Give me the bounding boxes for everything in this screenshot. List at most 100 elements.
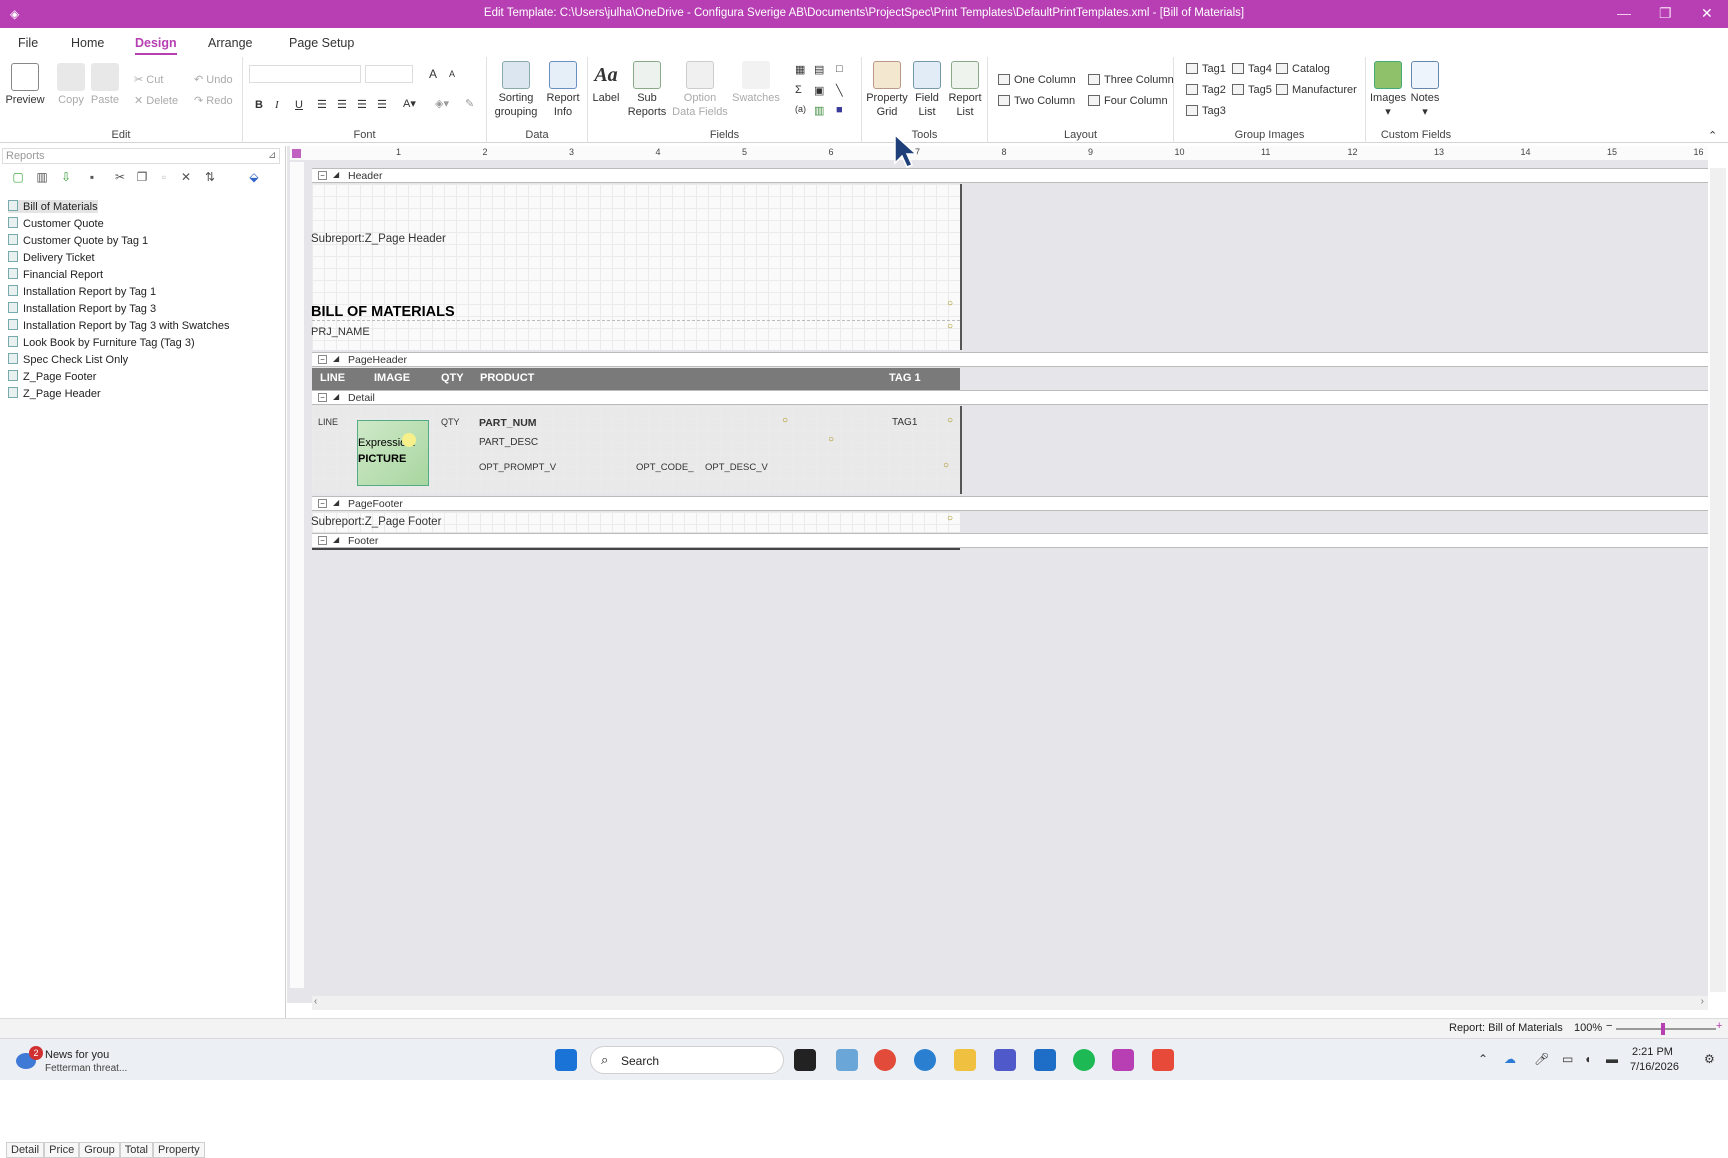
news-widget[interactable]: 2 News for you Fetterman threat... (12, 1046, 312, 1075)
new-page-icon[interactable]: ▥ (34, 170, 50, 184)
align-center-icon[interactable]: ☰ (337, 98, 347, 111)
tab-arrange[interactable]: Arrange (208, 36, 252, 50)
label-button[interactable]: Aa Label (590, 61, 622, 105)
scroll-left-icon[interactable]: ‹ (314, 996, 317, 1007)
battery-icon[interactable]: ▬ (1606, 1052, 1618, 1066)
tag2-button[interactable]: Tag2 (1186, 84, 1226, 96)
opt-desc-field[interactable]: OPT_DESC_V (705, 462, 768, 473)
outlook-icon[interactable] (1034, 1049, 1056, 1071)
chrome-icon[interactable] (874, 1049, 896, 1071)
sorting-grouping-button[interactable]: Sorting grouping (491, 61, 541, 119)
task-view-icon[interactable] (794, 1049, 816, 1071)
collapse-icon[interactable]: − (318, 393, 327, 402)
sort-icon[interactable]: ⇅ (202, 170, 218, 184)
scroll-right-icon[interactable]: › (1701, 996, 1704, 1007)
collapse-icon[interactable]: − (318, 499, 327, 508)
subreport-footer-field[interactable]: Subreport:Z_Page Footer (311, 516, 441, 528)
tag1-field[interactable]: TAG1 (892, 417, 917, 428)
report-list-item[interactable]: Installation Report by Tag 3 with Swatch… (8, 319, 229, 332)
paste-icon[interactable]: ▫ (156, 170, 172, 184)
preview-button[interactable]: Preview (4, 63, 46, 107)
report-list-item[interactable]: Customer Quote by Tag 1 (8, 234, 148, 247)
tab-design[interactable]: Design (135, 36, 177, 55)
anchor-icon[interactable]: ○ (828, 434, 834, 445)
app-s-icon[interactable] (1152, 1049, 1174, 1071)
band-pagefooter[interactable]: − ◢ PageFooter (312, 496, 1708, 511)
copy-button[interactable]: Copy (54, 63, 88, 107)
tab-home[interactable]: Home (71, 36, 104, 50)
report-title-field[interactable]: BILL OF MATERIALS (311, 304, 455, 320)
notes-button[interactable]: Notes ▾ (1408, 61, 1442, 119)
two-column-button[interactable]: Two Column (998, 95, 1075, 107)
option-data-fields-button[interactable]: Option Data Fields (670, 61, 730, 119)
minimize-icon[interactable]: — (1617, 5, 1631, 21)
field-list-button[interactable]: Field List (910, 61, 944, 119)
store-icon[interactable] (836, 1049, 858, 1071)
reports-search[interactable]: Reports (2, 148, 280, 164)
monitor-icon[interactable]: ▭ (1562, 1052, 1573, 1066)
anchor-icon[interactable]: ○ (943, 460, 949, 471)
report-list-item[interactable]: Look Book by Furniture Tag (Tag 3) (8, 336, 195, 349)
report-list-item[interactable]: Bill of Materials (8, 200, 98, 213)
manufacturer-button[interactable]: Manufacturer (1276, 84, 1357, 96)
onedrive-icon[interactable]: ☁ (1504, 1052, 1516, 1066)
report-list-item[interactable]: Delivery Ticket (8, 251, 95, 264)
header-canvas[interactable] (312, 184, 960, 350)
anchor-icon[interactable]: ○ (947, 415, 953, 426)
horizontal-scrollbar[interactable]: ‹ › (312, 996, 1708, 1010)
file-explorer-icon[interactable] (954, 1049, 976, 1071)
volume-icon[interactable]: ◖ (1584, 1052, 1591, 1066)
tab-property[interactable]: Property (153, 1142, 205, 1158)
part-desc-field[interactable]: PART_DESC (479, 437, 538, 448)
tag3-button[interactable]: Tag3 (1186, 105, 1226, 117)
align-right-icon[interactable]: ☰ (357, 98, 367, 111)
report-list-item[interactable]: Financial Report (8, 268, 103, 281)
font-size-combo[interactable] (365, 65, 413, 83)
report-list-item[interactable]: Spec Check List Only (8, 353, 128, 366)
font-family-combo[interactable] (249, 65, 361, 83)
teams-icon[interactable] (994, 1049, 1016, 1071)
tab-price[interactable]: Price (44, 1142, 80, 1158)
catalog-button[interactable]: Catalog (1276, 63, 1330, 75)
band-header[interactable]: − ◢ Header (312, 168, 1708, 183)
paste-button[interactable]: Paste (88, 63, 122, 107)
undo-button[interactable]: ↶ Undo (194, 73, 233, 86)
property-grid-button[interactable]: Property Grid (866, 61, 908, 119)
tab-page-setup[interactable]: Page Setup (289, 36, 354, 50)
report-list-button[interactable]: Report List (946, 61, 984, 119)
justify-icon[interactable]: ☰ (377, 98, 387, 111)
opt-code-field[interactable]: OPT_CODE_ (636, 462, 694, 473)
swatches-button[interactable]: Swatches (730, 61, 782, 105)
column-header-bar[interactable]: LINE IMAGE QTY PRODUCT TAG 1 (312, 368, 960, 390)
zoom-slider[interactable] (1616, 1028, 1716, 1030)
save-icon[interactable]: ▪ (84, 170, 100, 184)
tab-group[interactable]: Group (79, 1142, 120, 1158)
bold-button[interactable]: B (255, 99, 263, 111)
collapse-ribbon-icon[interactable]: ⌃ (1708, 129, 1717, 142)
start-icon[interactable] (555, 1049, 577, 1071)
pin-icon[interactable]: ⊿ (268, 150, 276, 161)
align-left-icon[interactable]: ☰ (317, 98, 327, 111)
line-icon[interactable]: ╲ (836, 84, 843, 97)
tab-total[interactable]: Total (119, 1142, 154, 1158)
report-list-item[interactable]: Z_Page Header (8, 387, 101, 400)
band-detail[interactable]: − ◢ Detail (312, 390, 1708, 405)
picture-expression-field[interactable]: Expression: PICTURE (357, 420, 429, 486)
microphone-icon[interactable]: 🎤︎ (1534, 1052, 1549, 1066)
close-icon[interactable]: ✕ (1701, 5, 1713, 22)
part-num-field[interactable]: PART_NUM (479, 417, 537, 429)
italic-button[interactable]: I (275, 99, 279, 111)
redo-button[interactable]: ↷ Redo (194, 94, 233, 107)
color-block-icon[interactable]: ■ (836, 104, 843, 116)
underline-button[interactable]: U (295, 99, 303, 111)
sub-reports-button[interactable]: Sub Reports (626, 61, 668, 119)
band-footer[interactable]: − ◢ Footer (312, 533, 1708, 548)
tab-detail[interactable]: Detail (6, 1142, 45, 1158)
collapse-icon[interactable]: − (318, 536, 327, 545)
anchor-icon[interactable]: ○ (782, 415, 788, 426)
four-column-button[interactable]: Four Column (1088, 95, 1168, 107)
subreport-header-field[interactable]: Subreport:Z_Page Header (311, 233, 446, 245)
vertical-scrollbar[interactable] (1710, 168, 1726, 992)
restore-icon[interactable]: ❐ (1659, 5, 1672, 22)
tag1-button[interactable]: Tag1 (1186, 63, 1226, 75)
